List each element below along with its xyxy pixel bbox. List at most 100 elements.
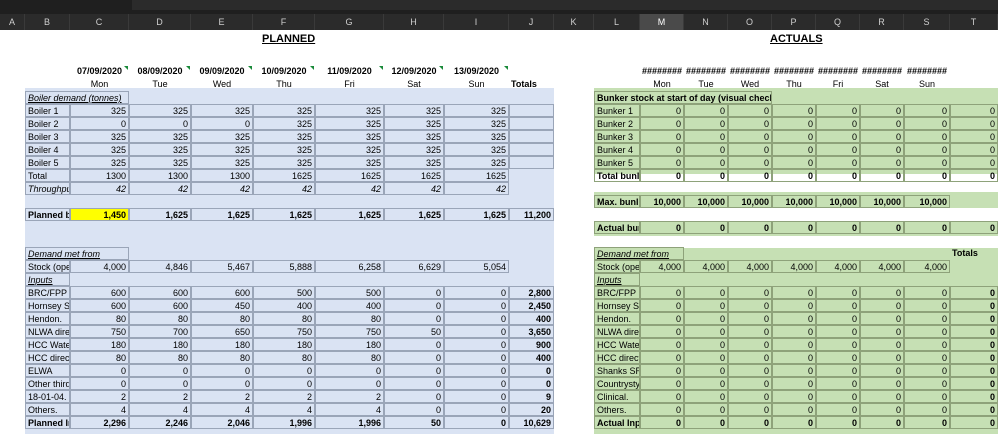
input-value[interactable]: 80	[315, 312, 384, 325]
input-value[interactable]: 80	[129, 351, 191, 364]
input-label[interactable]: BRC/FPP	[25, 286, 70, 299]
planned-date-header[interactable]: 09/09/2020	[191, 65, 253, 78]
boiler-value[interactable]: 0	[129, 117, 191, 130]
bunker-value[interactable]: 0	[640, 104, 684, 117]
actuals-input-value[interactable]: 0	[860, 299, 904, 312]
total-value[interactable]: 1625	[253, 169, 315, 182]
stock-value[interactable]: 4,846	[129, 260, 191, 273]
bunker-value[interactable]: 0	[728, 104, 772, 117]
actuals-input-value[interactable]: 0	[904, 312, 950, 325]
column-header-m[interactable]: M	[640, 14, 684, 30]
column-header-o[interactable]: O	[728, 14, 772, 30]
throughput-value[interactable]: 42	[70, 182, 129, 195]
input-label[interactable]: Others.	[25, 403, 70, 416]
actuals-stock-value[interactable]: 4,000	[772, 260, 816, 273]
bunker-value[interactable]: 0	[640, 117, 684, 130]
boiler-value[interactable]: 325	[384, 130, 444, 143]
actuals-stock-value[interactable]: 4,000	[640, 260, 684, 273]
bunker-value[interactable]: 0	[640, 143, 684, 156]
planned-burn-value[interactable]: 1,625	[191, 208, 253, 221]
input-label[interactable]: HCC direct	[25, 351, 70, 364]
actuals-input-value[interactable]: 0	[728, 403, 772, 416]
input-label[interactable]: NLWA dire	[25, 325, 70, 338]
input-value[interactable]: 80	[253, 312, 315, 325]
bunker-value[interactable]: 0	[816, 117, 860, 130]
actuals-input-value[interactable]: 0	[728, 338, 772, 351]
input-total[interactable]: 3,650	[509, 325, 554, 338]
planned-day-header[interactable]: Thu	[253, 78, 315, 91]
actuals-input-value[interactable]: 0	[904, 338, 950, 351]
throughput-value[interactable]: 42	[444, 182, 509, 195]
planned-burn-label[interactable]: Planned b	[25, 208, 70, 221]
column-header-t[interactable]: T	[950, 14, 998, 30]
input-value[interactable]: 750	[253, 325, 315, 338]
boiler-value[interactable]: 325	[444, 117, 509, 130]
input-value[interactable]: 4	[70, 403, 129, 416]
column-header-p[interactable]: P	[772, 14, 816, 30]
max-bunker-value[interactable]: 10,000	[684, 195, 728, 208]
input-value[interactable]: 80	[315, 351, 384, 364]
actuals-input-value[interactable]: 0	[728, 299, 772, 312]
actuals-input-label[interactable]: HCC direct	[594, 351, 640, 364]
actuals-day-header[interactable]: Thu	[772, 78, 816, 91]
actual-input-value[interactable]: 0	[640, 416, 684, 429]
column-header-d[interactable]: D	[129, 14, 191, 30]
input-value[interactable]: 80	[253, 351, 315, 364]
bunker-value[interactable]: 0	[772, 130, 816, 143]
throughput-value[interactable]: 42	[315, 182, 384, 195]
actuals-day-header[interactable]: Fri	[816, 78, 860, 91]
actuals-input-value[interactable]: 0	[728, 377, 772, 390]
actuals-input-value[interactable]: 0	[904, 325, 950, 338]
bunker-value[interactable]: 0	[860, 104, 904, 117]
actual-burn-value[interactable]: 0	[684, 221, 728, 234]
actuals-input-value[interactable]: 0	[684, 286, 728, 299]
input-value[interactable]: 500	[253, 286, 315, 299]
actuals-input-label[interactable]: BRC/FPP	[594, 286, 640, 299]
actuals-input-value[interactable]: 0	[728, 312, 772, 325]
actual-input-value[interactable]: 0	[728, 416, 772, 429]
actuals-input-total[interactable]: 0	[950, 351, 998, 364]
bunker-value[interactable]: 0	[950, 104, 998, 117]
max-bunker-value[interactable]: 10,000	[772, 195, 816, 208]
actuals-input-value[interactable]: 0	[816, 377, 860, 390]
total-bunker-value[interactable]: 0	[950, 169, 998, 182]
bunker-label[interactable]: Bunker 5	[594, 156, 640, 169]
actuals-input-total[interactable]: 0	[950, 325, 998, 338]
input-value[interactable]: 0	[253, 364, 315, 377]
total-bunker-value[interactable]: 0	[640, 169, 684, 182]
actuals-input-value[interactable]: 0	[860, 325, 904, 338]
input-value[interactable]: 2	[315, 390, 384, 403]
column-header-h[interactable]: H	[384, 14, 444, 30]
actuals-input-label[interactable]: Hornsey St	[594, 299, 640, 312]
bunker-label[interactable]: Bunker 1	[594, 104, 640, 117]
total-value[interactable]: 1300	[191, 169, 253, 182]
planned-totals-header[interactable]: Totals	[509, 78, 554, 91]
actual-input-value[interactable]: 0	[904, 416, 950, 429]
actuals-input-label[interactable]: HCC Wate	[594, 338, 640, 351]
column-header-g[interactable]: G	[315, 14, 384, 30]
input-value[interactable]: 0	[129, 377, 191, 390]
boiler-demand-header[interactable]: Boiler demand (tonnes)	[25, 91, 129, 104]
actuals-input-value[interactable]: 0	[860, 338, 904, 351]
max-bunker-value[interactable]: 10,000	[860, 195, 904, 208]
actuals-input-value[interactable]: 0	[684, 351, 728, 364]
actuals-input-value[interactable]: 0	[860, 403, 904, 416]
actuals-input-total[interactable]: 0	[950, 390, 998, 403]
input-value[interactable]: 180	[253, 338, 315, 351]
bunker-value[interactable]: 0	[950, 156, 998, 169]
input-value[interactable]: 180	[315, 338, 384, 351]
total-bunker-value[interactable]: 0	[904, 169, 950, 182]
actuals-input-value[interactable]: 0	[684, 312, 728, 325]
boiler-value[interactable]: 325	[129, 156, 191, 169]
actuals-date-header[interactable]: ########	[816, 65, 860, 78]
actual-burn-value[interactable]: 0	[640, 221, 684, 234]
planned-day-header[interactable]: Fri	[315, 78, 384, 91]
total-bunker-value[interactable]: 0	[816, 169, 860, 182]
input-value[interactable]: 400	[315, 299, 384, 312]
planned-date-header[interactable]: 07/09/2020	[70, 65, 129, 78]
input-value[interactable]: 0	[384, 403, 444, 416]
input-label[interactable]: ELWA	[25, 364, 70, 377]
input-value[interactable]: 600	[191, 286, 253, 299]
throughput-value[interactable]: 42	[384, 182, 444, 195]
input-value[interactable]: 700	[129, 325, 191, 338]
